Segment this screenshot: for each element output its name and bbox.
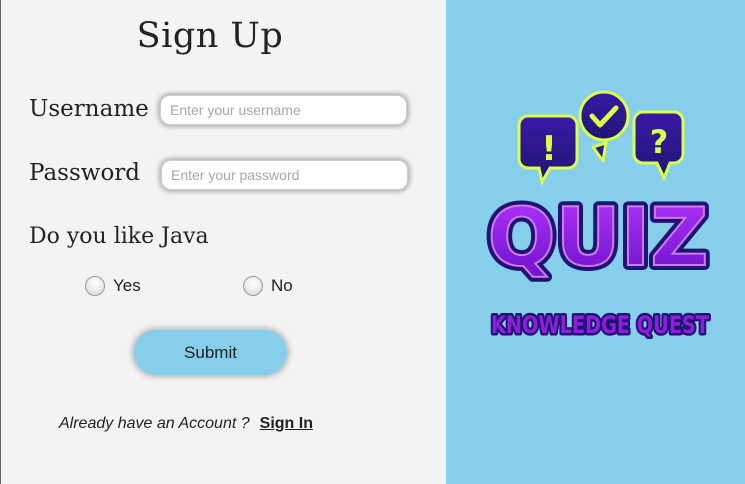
username-input[interactable] [160,95,407,125]
exclamation-bubble-icon: ! [517,114,579,187]
radio-no-label: No [271,276,293,295]
password-input[interactable] [161,160,408,190]
page: Sign Up Username Password Do you like Ja… [0,0,745,484]
question-glyph: ? [650,123,669,161]
question-bubble-icon: ? [632,110,685,182]
quiz-logo: ! ? QUIZ QUIZ KNOWLEDGE QUEST KNOWLEDGE … [483,90,714,342]
signin-link[interactable]: Sign In [260,415,313,432]
signup-form-panel: Sign Up Username Password Do you like Ja… [0,0,446,484]
password-label: Password [29,160,141,186]
username-label: Username [29,96,149,122]
exclamation-glyph: ! [541,129,557,169]
radio-no-option[interactable]: No [243,275,293,297]
java-question-label: Do you like Java [29,224,209,249]
radio-yes-label: Yes [113,276,141,295]
knowledge-quest-fill: KNOWLEDGE QUEST [491,311,710,339]
quiz-wordmark: QUIZ QUIZ [483,186,714,289]
radio-yes-button[interactable] [85,276,105,296]
radio-yes-option[interactable]: Yes [85,275,141,297]
knowledge-quest-wordmark: KNOWLEDGE QUEST KNOWLEDGE QUEST [489,309,713,342]
check-bubble-icon [578,90,630,163]
radio-no-button[interactable] [243,276,263,296]
page-title: Sign Up [136,16,284,56]
signin-row: Already have an Account ? Sign In [59,415,313,433]
signin-prompt: Already have an Account ? [59,415,250,432]
submit-button[interactable]: Submit [134,330,287,375]
quiz-wordmark-fill: QUIZ [488,191,709,284]
